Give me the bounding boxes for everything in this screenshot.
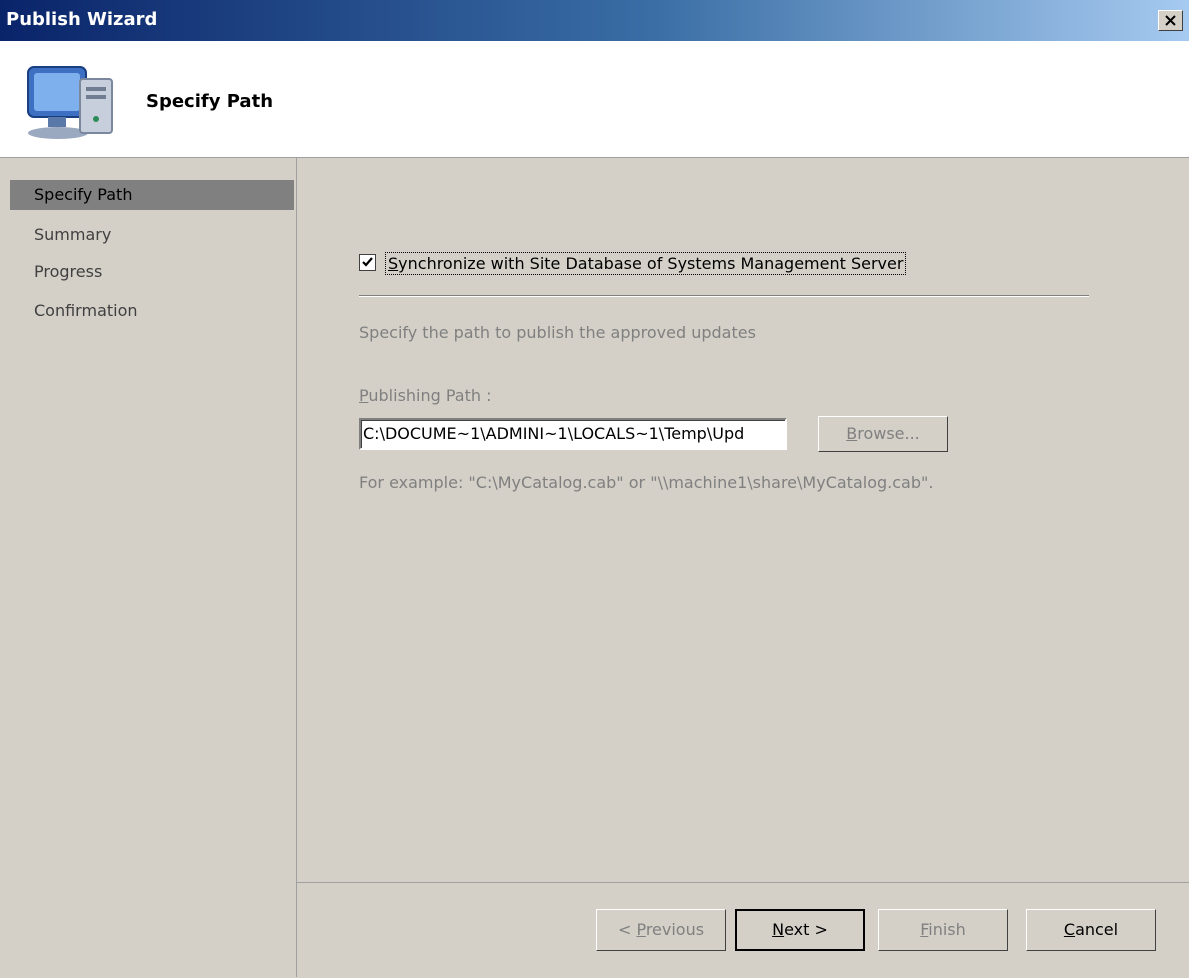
checkmark-icon — [362, 257, 373, 267]
sync-checkbox[interactable] — [359, 254, 376, 271]
cancel-button[interactable]: Cancel — [1026, 909, 1156, 951]
wizard-content: Synchronize with Site Database of System… — [297, 158, 1189, 882]
browse-button[interactable]: Browse... — [818, 416, 948, 452]
close-button[interactable] — [1158, 10, 1183, 31]
wizard-steps-sidebar: Specify Path Summary Progress Confirmati… — [0, 158, 297, 977]
browse-label: rowse... — [857, 424, 920, 443]
path-label-accesskey: P — [359, 386, 369, 405]
step-specify-path[interactable]: Specify Path — [10, 180, 294, 210]
title-bar: Publish Wizard — [0, 0, 1189, 41]
finish-button[interactable]: Finish — [878, 909, 1008, 951]
path-description: Specify the path to publish the approved… — [359, 323, 756, 342]
cancel-label: ancel — [1075, 920, 1119, 939]
window-title: Publish Wizard — [6, 9, 158, 30]
step-confirmation[interactable]: Confirmation — [10, 296, 294, 326]
sync-label-text: ynchronize with Site Database of Systems… — [398, 254, 904, 273]
publish-wizard-window: Publish Wizard Specify Path Specify Path… — [0, 0, 1189, 978]
previous-button[interactable]: < Previous — [596, 909, 726, 951]
previous-label-before: < — [617, 920, 637, 939]
publishing-path-label: Publishing Path : — [359, 386, 492, 405]
finish-label: inish — [928, 920, 966, 939]
path-label-text: ublishing Path : — [368, 386, 492, 405]
sync-label-accesskey: S — [388, 254, 399, 273]
previous-label-after: revious — [645, 920, 705, 939]
separator — [359, 295, 1089, 297]
previous-accesskey: P — [636, 920, 646, 939]
step-progress[interactable]: Progress — [10, 257, 294, 287]
computer-icon — [27, 66, 113, 139]
page-heading: Specify Path — [146, 91, 274, 112]
publishing-path-input[interactable]: C:\DOCUME~1\ADMINI~1\LOCALS~1\Temp\Upd — [359, 418, 787, 450]
wizard-footer: < Previous Next > Finish Cancel — [297, 882, 1189, 978]
step-summary[interactable]: Summary — [10, 220, 294, 250]
wizard-header: Specify Path — [0, 41, 1189, 158]
path-example-text: For example: "C:\MyCatalog.cab" or "\\ma… — [359, 473, 934, 492]
sync-checkbox-label[interactable]: Synchronize with Site Database of System… — [385, 252, 907, 275]
cancel-accesskey: C — [1063, 920, 1076, 939]
browse-accesskey: B — [846, 424, 858, 443]
next-accesskey: N — [772, 920, 785, 939]
next-button[interactable]: Next > — [735, 909, 865, 951]
next-label: ext > — [784, 920, 828, 939]
close-icon — [1165, 15, 1176, 26]
